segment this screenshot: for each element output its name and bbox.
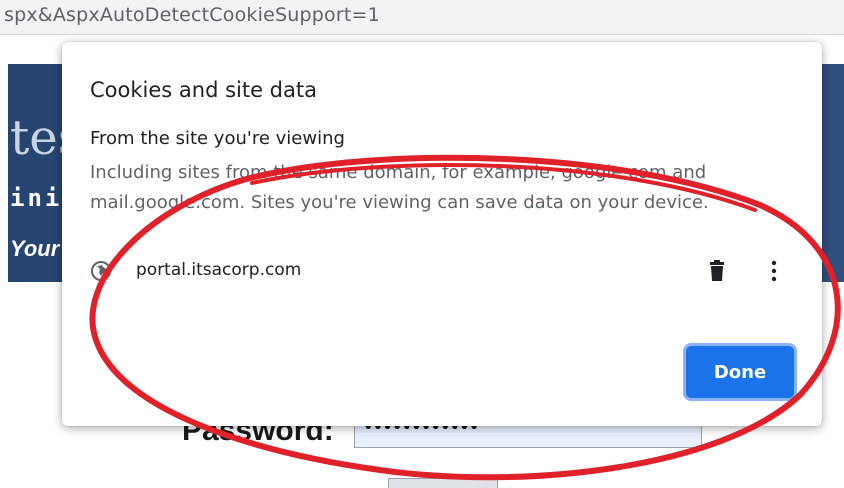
site-row[interactable]: portal.itsacorp.com xyxy=(62,254,822,294)
done-button[interactable]: Done xyxy=(686,346,794,398)
address-bar-url[interactable]: spx&AspxAutoDetectCookieSupport=1 xyxy=(4,4,380,26)
address-bar[interactable]: spx&AspxAutoDetectCookieSupport=1 xyxy=(0,0,844,35)
login-button[interactable] xyxy=(388,478,498,488)
more-vert-icon[interactable] xyxy=(766,259,782,283)
site-name[interactable]: portal.itsacorp.com xyxy=(136,260,301,280)
cookies-dialog: Cookies and site data From the site you'… xyxy=(62,42,822,426)
dialog-title: Cookies and site data xyxy=(90,78,317,102)
section-title: From the site you're viewing xyxy=(90,128,345,149)
banner-tagline-fragment: Your xyxy=(10,236,60,261)
trash-icon[interactable] xyxy=(707,259,727,283)
section-description: Including sites from the same domain, fo… xyxy=(90,162,709,213)
globe-icon xyxy=(91,261,111,281)
